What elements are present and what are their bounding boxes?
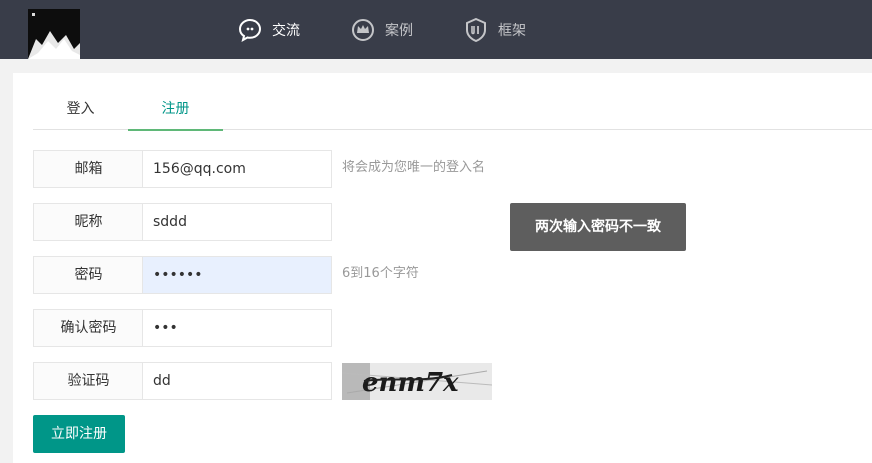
email-label: 邮箱 <box>33 150 143 188</box>
error-toast: 两次输入密码不一致 <box>510 203 686 251</box>
email-field[interactable]: 156@qq.com <box>142 150 332 188</box>
site-logo[interactable] <box>28 9 80 59</box>
captcha-image[interactable]: enm7x <box>341 363 493 400</box>
nav-label-cases: 案例 <box>385 22 413 39</box>
ui-shield-icon <box>466 17 486 42</box>
confirm-password-label: 确认密码 <box>33 309 143 347</box>
password-field[interactable]: •••••• <box>142 256 332 294</box>
chat-bubble-icon <box>238 18 262 42</box>
register-submit-button[interactable]: 立即注册 <box>33 415 125 453</box>
nav-item-framework[interactable]: 框架 <box>464 0 526 59</box>
captcha-graphic: enm7x <box>341 363 493 400</box>
nav-item-chat[interactable]: 交流 <box>238 0 300 59</box>
nav-label-framework: 框架 <box>498 22 526 39</box>
nickname-label: 昵称 <box>33 203 143 241</box>
nav-item-cases[interactable]: 案例 <box>351 0 413 59</box>
email-hint: 将会成为您唯一的登入名 <box>342 160 486 175</box>
confirm-password-field[interactable]: ••• <box>142 309 332 347</box>
captcha-label: 验证码 <box>33 362 143 400</box>
nickname-field[interactable]: sddd <box>142 203 332 241</box>
captcha-field[interactable]: dd <box>142 362 332 400</box>
logo-image <box>28 9 80 59</box>
password-label: 密码 <box>33 256 143 294</box>
tab-login[interactable]: 登入 <box>33 91 128 130</box>
crown-icon <box>352 18 374 41</box>
register-panel: 登入 注册 邮箱 156@qq.com 将会成为您唯一的登入名 昵称 sddd … <box>13 73 872 463</box>
captcha-text: enm7x <box>362 368 459 398</box>
nav-label-chat: 交流 <box>272 22 300 39</box>
tab-register[interactable]: 注册 <box>128 91 223 131</box>
auth-tabs: 登入 注册 <box>33 91 872 131</box>
password-hint: 6到16个字符 <box>342 266 419 281</box>
top-navbar: 交流 案例 框架 <box>0 0 872 59</box>
